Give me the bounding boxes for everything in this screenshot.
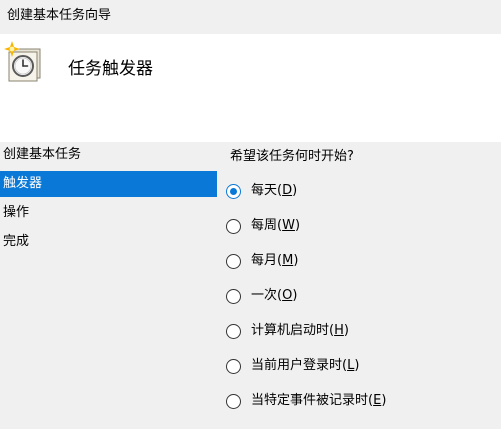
radio-button[interactable] bbox=[226, 393, 241, 409]
radio-button[interactable] bbox=[226, 253, 241, 269]
nav-item-finish[interactable]: 完成 bbox=[0, 229, 217, 255]
nav-item-label: 触发器 bbox=[3, 176, 43, 191]
radio-on-event[interactable]: 当特定事件被记录时(E) bbox=[226, 388, 496, 414]
radio-at-logon[interactable]: 当前用户登录时(L) bbox=[226, 353, 496, 379]
radio-weekly[interactable]: 每周(W) bbox=[226, 213, 496, 239]
radio-button[interactable] bbox=[226, 288, 241, 304]
scheduled-task-clock-icon bbox=[4, 41, 41, 82]
radio-button[interactable] bbox=[226, 358, 241, 374]
radio-label: 每月(M) bbox=[251, 253, 299, 268]
nav-item-label: 创建基本任务 bbox=[3, 147, 82, 162]
radio-one-time[interactable]: 一次(O) bbox=[226, 283, 496, 309]
radio-monthly[interactable]: 每月(M) bbox=[226, 248, 496, 274]
nav-item-label: 操作 bbox=[3, 205, 30, 220]
radio-label: 每天(D) bbox=[251, 183, 298, 198]
nav-item-action[interactable]: 操作 bbox=[0, 200, 217, 226]
radio-button[interactable] bbox=[226, 323, 241, 339]
wizard-steps-nav: 创建基本任务 触发器 操作 完成 bbox=[0, 142, 218, 429]
window-title: 创建基本任务向导 bbox=[7, 8, 112, 23]
radio-label: 当前用户登录时(L) bbox=[251, 358, 360, 373]
radio-button[interactable] bbox=[226, 218, 241, 234]
title-bar: 创建基本任务向导 bbox=[0, 0, 501, 34]
trigger-options-panel: 希望该任务何时开始? 每天(D) 每周(W) 每月(M) 一次(O) 计算机启动… bbox=[218, 142, 501, 429]
radio-label: 每周(W) bbox=[251, 218, 301, 233]
task-wizard-window: 创建基本任务向导 任务触发器 创建基本任务 触发器 操作 完成 希望该任务何时开… bbox=[0, 0, 501, 429]
radio-button[interactable] bbox=[226, 183, 241, 199]
nav-item-label: 完成 bbox=[3, 234, 30, 249]
radio-label: 一次(O) bbox=[251, 288, 298, 303]
radio-label: 当特定事件被记录时(E) bbox=[251, 393, 387, 408]
radio-daily[interactable]: 每天(D) bbox=[226, 178, 496, 204]
page-title: 任务触发器 bbox=[68, 59, 153, 79]
trigger-question: 希望该任务何时开始? bbox=[230, 149, 354, 164]
wizard-header: 任务触发器 bbox=[0, 34, 501, 142]
nav-item-create-basic-task[interactable]: 创建基本任务 bbox=[0, 142, 217, 168]
radio-at-startup[interactable]: 计算机启动时(H) bbox=[226, 318, 496, 344]
nav-item-trigger[interactable]: 触发器 bbox=[0, 171, 217, 197]
radio-label: 计算机启动时(H) bbox=[251, 323, 349, 338]
